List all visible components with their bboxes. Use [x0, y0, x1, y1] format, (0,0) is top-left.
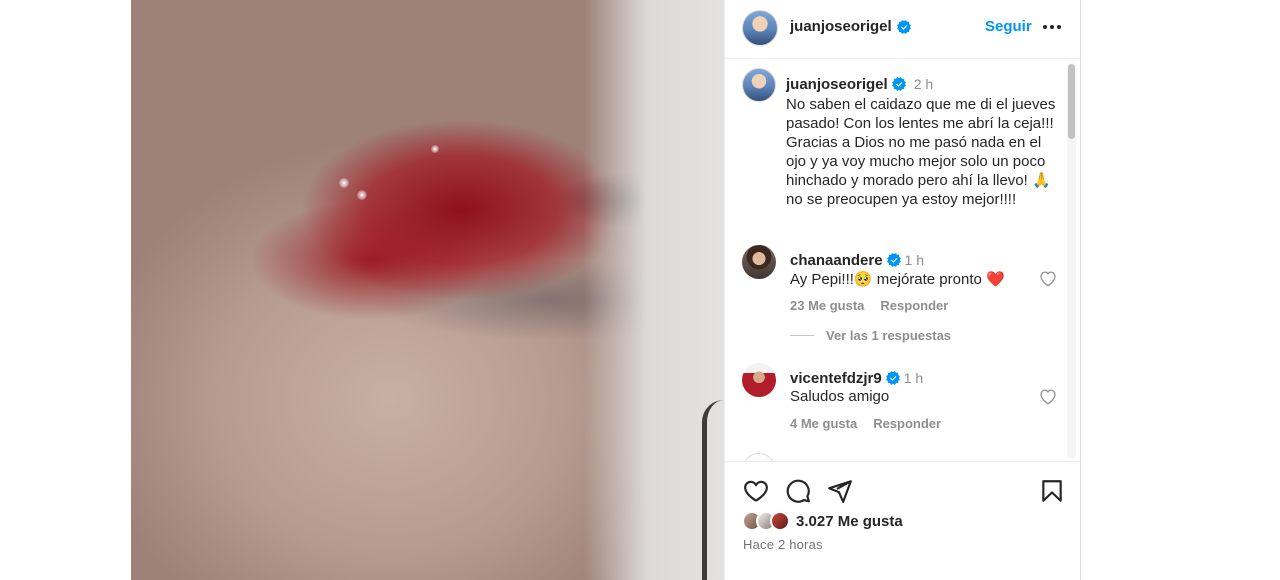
- verified-icon: [885, 371, 900, 385]
- photo-glint: [431, 145, 439, 153]
- view-replies-button[interactable]: Ver las 1 respuestas: [790, 328, 951, 343]
- follow-button[interactable]: Seguir: [985, 18, 1032, 35]
- liker-avatar[interactable]: [770, 511, 790, 531]
- comment-username[interactable]: vicentefdzjr9: [790, 370, 882, 387]
- caption-username[interactable]: juanjoseorigel: [786, 76, 888, 93]
- view-replies-label[interactable]: Ver las 1 respuestas: [826, 328, 951, 343]
- owner-username[interactable]: juanjoseorigel: [790, 18, 892, 35]
- comment-text: Ay Pepi!!!🥺 mejórate pronto ❤️: [790, 271, 1005, 288]
- photo-glint: [339, 178, 349, 188]
- post-actions: 3.027 Me gusta Hace 2 horas: [725, 461, 1082, 580]
- caption-text: No saben el caidazo que me di el jueves …: [786, 96, 1056, 208]
- comment-username[interactable]: chanaandere: [790, 252, 883, 269]
- comment-header: chanaandere 1 h: [790, 252, 924, 270]
- verified-icon: [886, 253, 901, 267]
- comment-header: vicentefdzjr9 1 h: [790, 370, 923, 388]
- post-photo[interactable]: [131, 0, 724, 580]
- comments-list: juanjoseorigel 2 h No saben el caidazo qu…: [725, 60, 1082, 461]
- comment-likes[interactable]: 23 Me gusta: [790, 298, 864, 313]
- heart-icon[interactable]: [743, 478, 769, 504]
- verified-icon: [891, 77, 906, 91]
- caption-time[interactable]: 2 h: [914, 76, 933, 92]
- verified-icon: [893, 19, 911, 37]
- photo-mirror-edge: [702, 400, 724, 580]
- more-options-icon[interactable]: [1041, 14, 1063, 40]
- caption-avatar[interactable]: [742, 68, 776, 102]
- owner-avatar[interactable]: [742, 10, 778, 46]
- share-icon[interactable]: [827, 478, 853, 504]
- reply-button[interactable]: Responder: [880, 298, 948, 313]
- post-timestamp[interactable]: Hace 2 horas: [743, 537, 823, 552]
- comment-time[interactable]: 1 h: [904, 370, 923, 386]
- commenter-avatar[interactable]: [742, 245, 776, 279]
- bookmark-icon[interactable]: [1039, 478, 1065, 504]
- commenter-avatar[interactable]: [742, 453, 776, 461]
- comment-likes[interactable]: 4 Me gusta: [790, 416, 857, 431]
- post-side-panel: juanjoseorigel Seguir juanjoseorigel 2 h …: [724, 0, 1082, 580]
- comment-text: Saludos amigo: [790, 388, 890, 405]
- comment-like-icon[interactable]: [1038, 269, 1058, 287]
- post-header: juanjoseorigel Seguir: [725, 0, 1082, 59]
- comment-icon[interactable]: [785, 478, 811, 504]
- comment-meta: 23 Me gusta Responder: [790, 298, 964, 313]
- photo-glint: [357, 190, 367, 200]
- comment-time[interactable]: 1 h: [905, 252, 924, 268]
- comment-like-icon[interactable]: [1038, 387, 1058, 405]
- caption-header: juanjoseorigel 2 h: [786, 76, 933, 94]
- reply-button[interactable]: Responder: [873, 416, 941, 431]
- total-likes[interactable]: 3.027 Me gusta: [796, 513, 903, 530]
- likes-summary: 3.027 Me gusta: [742, 511, 903, 531]
- commenter-avatar[interactable]: [742, 363, 776, 397]
- replies-divider: [790, 335, 814, 336]
- comment-meta: 4 Me gusta Responder: [790, 416, 957, 431]
